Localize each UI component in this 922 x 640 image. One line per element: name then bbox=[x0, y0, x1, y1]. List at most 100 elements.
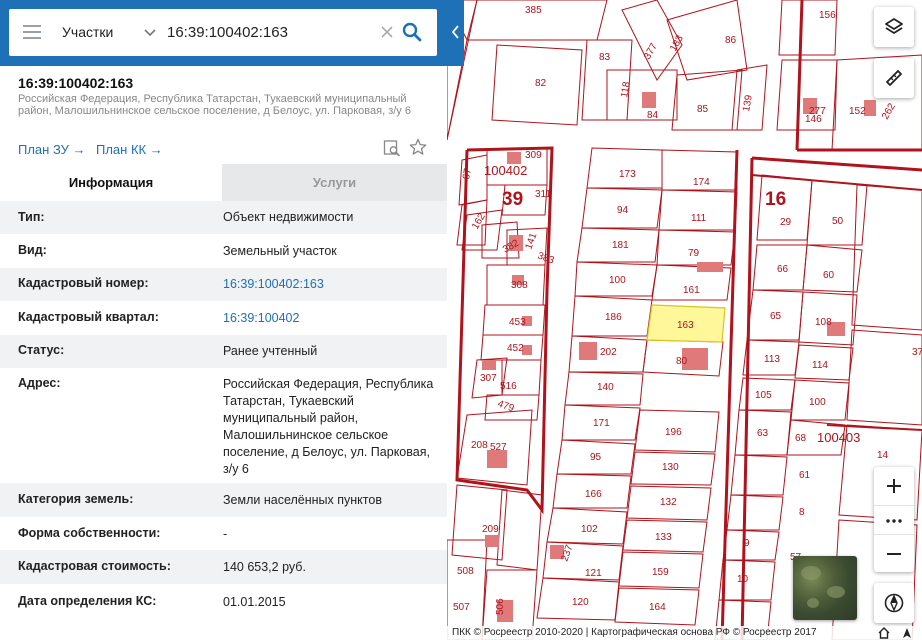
info-row-land-category: Категория земель: Земли населённых пункт… bbox=[0, 483, 447, 517]
svg-text:111: 111 bbox=[691, 213, 707, 224]
ruler-button[interactable] bbox=[874, 58, 914, 98]
svg-text:152: 152 bbox=[849, 106, 866, 117]
svg-text:100403: 100403 bbox=[817, 430, 860, 445]
north-arrow-icon[interactable] bbox=[901, 627, 913, 639]
svg-text:82: 82 bbox=[535, 78, 547, 89]
svg-text:80: 80 bbox=[676, 356, 688, 367]
svg-text:100: 100 bbox=[809, 397, 826, 408]
close-icon[interactable] bbox=[379, 24, 395, 40]
svg-text:65: 65 bbox=[770, 311, 782, 322]
svg-text:140: 140 bbox=[597, 382, 614, 393]
svg-text:156: 156 bbox=[819, 10, 836, 21]
tab-information[interactable]: Информация bbox=[0, 164, 222, 201]
map-canvas[interactable]: 385 156 83 377 183 86 82 118 8485 139 2771461… bbox=[447, 0, 922, 640]
svg-text:84: 84 bbox=[647, 110, 659, 121]
chevron-down-icon[interactable] bbox=[143, 25, 157, 39]
search-input[interactable] bbox=[167, 20, 377, 44]
zoom-out-button[interactable] bbox=[874, 535, 914, 572]
zoom-in-button[interactable] bbox=[874, 467, 914, 505]
svg-text:139: 139 bbox=[741, 94, 755, 113]
map-copyright: ПКК © Росреестр 2010-2020 | Картографиче… bbox=[447, 626, 922, 640]
svg-text:16: 16 bbox=[765, 189, 786, 210]
home-icon[interactable] bbox=[878, 627, 890, 639]
svg-text:10: 10 bbox=[737, 574, 749, 585]
svg-text:100402: 100402 bbox=[484, 163, 527, 178]
svg-text:113: 113 bbox=[764, 354, 780, 365]
svg-text:307: 307 bbox=[480, 373, 497, 384]
layers-button[interactable] bbox=[874, 7, 914, 47]
star-icon[interactable] bbox=[409, 138, 427, 156]
svg-text:39: 39 bbox=[502, 189, 523, 210]
svg-text:262: 262 bbox=[880, 101, 898, 121]
cadastral-map[interactable]: 385 156 83 377 183 86 82 118 84 85 139 277 146 1… bbox=[447, 0, 922, 640]
svg-text:183: 183 bbox=[668, 33, 686, 53]
zoom-controls bbox=[874, 467, 914, 572]
plus-icon bbox=[887, 479, 901, 493]
svg-text:83: 83 bbox=[599, 52, 611, 63]
object-address: Российская Федерация, Республика Татарст… bbox=[18, 93, 411, 117]
search-icon[interactable] bbox=[402, 22, 422, 42]
cadastral-quarter-link[interactable]: 16:39:100402 bbox=[223, 310, 438, 327]
svg-text:29: 29 bbox=[780, 217, 792, 228]
svg-text:508: 508 bbox=[457, 566, 474, 577]
basemap-switcher[interactable] bbox=[793, 556, 857, 620]
svg-text:85: 85 bbox=[697, 104, 709, 115]
plan-zu-link[interactable]: План ЗУ → bbox=[18, 142, 86, 157]
svg-text:50: 50 bbox=[832, 216, 844, 227]
svg-text:516: 516 bbox=[500, 381, 517, 392]
svg-text:9: 9 bbox=[744, 538, 750, 549]
svg-text:164: 164 bbox=[649, 602, 666, 613]
svg-text:105: 105 bbox=[755, 390, 772, 401]
svg-text:94: 94 bbox=[617, 205, 629, 216]
svg-text:132: 132 bbox=[660, 497, 677, 508]
arrow-right-icon: → bbox=[72, 142, 86, 157]
svg-text:68: 68 bbox=[795, 433, 807, 444]
svg-text:63: 63 bbox=[757, 428, 769, 439]
svg-text:527: 527 bbox=[490, 442, 507, 453]
svg-text:506: 506 bbox=[495, 598, 506, 615]
svg-text:209: 209 bbox=[482, 524, 499, 535]
info-row-cadastral-quarter: Кадастровый квартал: 16:39:100402 bbox=[0, 301, 447, 335]
chevron-left-icon bbox=[451, 25, 459, 39]
cadastral-number-link[interactable]: 16:39:100402:163 bbox=[223, 276, 438, 293]
map-search-icon[interactable] bbox=[383, 139, 401, 157]
svg-text:166: 166 bbox=[585, 489, 602, 500]
plan-kk-link[interactable]: План КК → bbox=[96, 142, 163, 157]
svg-text:208: 208 bbox=[471, 440, 488, 451]
search-bar: Участки bbox=[0, 0, 447, 66]
svg-text:37: 37 bbox=[912, 347, 922, 358]
compass-button[interactable] bbox=[874, 583, 914, 623]
compass-icon bbox=[884, 593, 904, 613]
svg-text:130: 130 bbox=[662, 462, 679, 473]
ruler-icon bbox=[886, 70, 902, 86]
svg-text:159: 159 bbox=[652, 567, 669, 578]
svg-text:186: 186 bbox=[605, 312, 622, 323]
svg-text:121: 121 bbox=[585, 568, 602, 579]
info-row-ownership: Форма собственности: - bbox=[18, 526, 228, 541]
svg-text:196: 196 bbox=[665, 427, 682, 438]
search-type-select[interactable]: Участки bbox=[62, 24, 113, 40]
svg-text:171: 171 bbox=[593, 418, 610, 429]
svg-text:163: 163 bbox=[677, 320, 694, 331]
svg-text:452: 452 bbox=[507, 343, 524, 354]
svg-text:114: 114 bbox=[812, 360, 828, 371]
svg-text:133: 133 bbox=[655, 532, 672, 543]
svg-text:100: 100 bbox=[609, 275, 626, 286]
svg-text:202: 202 bbox=[600, 347, 617, 358]
svg-text:79: 79 bbox=[688, 248, 700, 259]
svg-text:141: 141 bbox=[523, 231, 539, 251]
svg-text:453: 453 bbox=[509, 317, 526, 328]
tab-services[interactable]: Услуги bbox=[222, 164, 447, 201]
search-box: Участки bbox=[9, 9, 437, 56]
menu-icon[interactable] bbox=[23, 25, 41, 39]
collapse-panel-button[interactable] bbox=[447, 0, 464, 66]
svg-text:161: 161 bbox=[683, 285, 700, 296]
svg-text:181: 181 bbox=[612, 240, 629, 251]
svg-text:66: 66 bbox=[777, 264, 789, 275]
svg-text:385: 385 bbox=[525, 5, 542, 16]
svg-text:120: 120 bbox=[572, 597, 589, 608]
zoom-more-button[interactable] bbox=[874, 505, 914, 535]
info-panel: Участки 16:39:100402:163 Российская Феде… bbox=[0, 0, 447, 640]
svg-text:95: 95 bbox=[590, 452, 602, 463]
svg-text:67: 67 bbox=[461, 167, 474, 180]
